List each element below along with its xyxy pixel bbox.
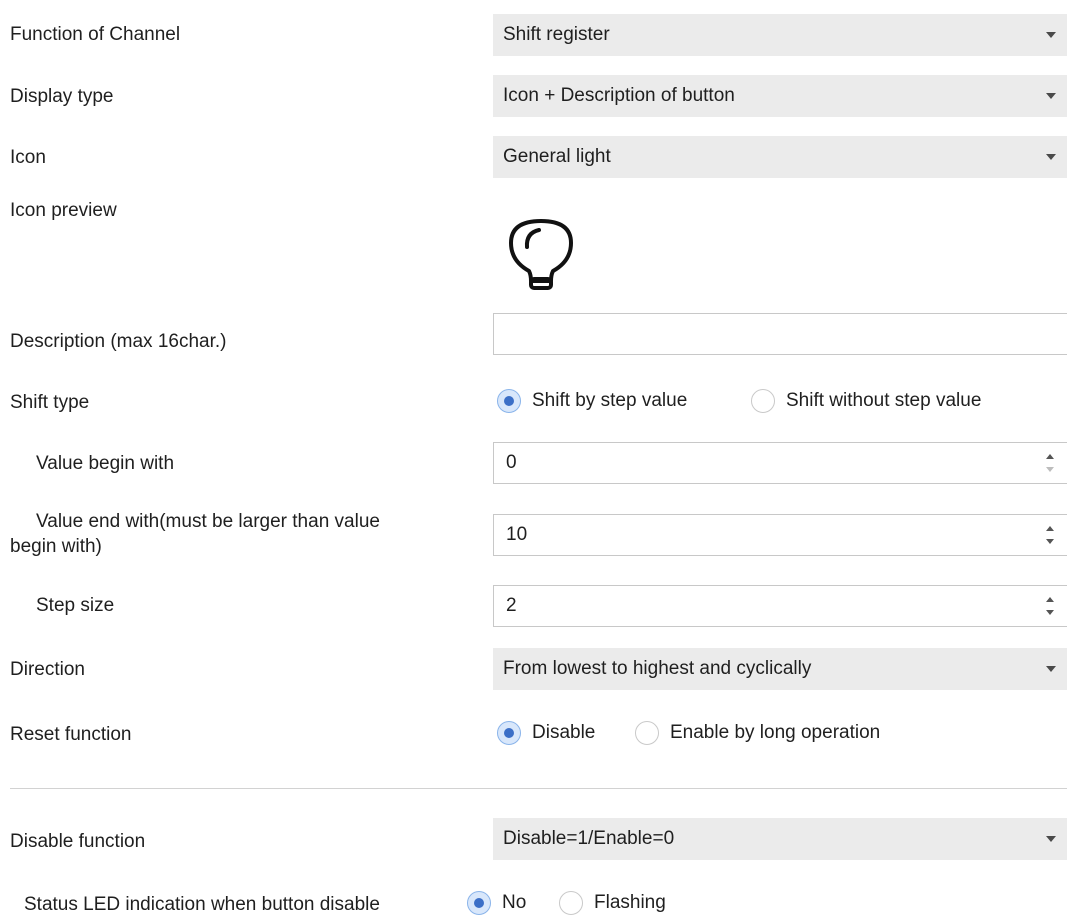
spin-down-icon[interactable] [1046, 467, 1054, 472]
radio-unchecked-icon [635, 721, 659, 745]
value-end-label-line2: begin with) [10, 536, 102, 557]
function-of-channel-value: Shift register [503, 24, 610, 45]
shift-without-step-value-label: Shift without step value [786, 390, 982, 411]
description-label: Description (max 16char.) [10, 331, 227, 352]
reset-disable-label: Disable [532, 722, 596, 743]
chevron-down-icon [1046, 836, 1056, 842]
reset-enable-long-operation-label: Enable by long operation [670, 722, 881, 743]
spin-up-icon[interactable] [1046, 454, 1054, 459]
chevron-down-icon [1046, 154, 1056, 160]
chevron-down-icon [1046, 32, 1056, 38]
reset-function-label: Reset function [10, 724, 132, 745]
display-type-dropdown[interactable]: Icon + Description of button [493, 75, 1067, 117]
value-begin-spinbox[interactable]: 0 [493, 442, 1067, 484]
icon-value: General light [503, 146, 611, 167]
direction-label: Direction [10, 659, 85, 680]
direction-value: From lowest to highest and cyclically [503, 658, 812, 679]
step-size-value: 2 [506, 595, 517, 616]
radio-unchecked-icon [559, 891, 583, 915]
value-end-label: Value end with(must be larger than value… [10, 509, 490, 559]
section-divider [10, 788, 1067, 789]
disable-function-label: Disable function [10, 831, 146, 852]
shift-type-label: Shift type [10, 392, 90, 413]
display-type-label: Display type [10, 86, 114, 107]
step-size-spinbox[interactable]: 2 [493, 585, 1067, 627]
value-end-label-line1: Value end with(must be larger than value [36, 511, 380, 532]
lightbulb-icon [509, 219, 573, 290]
function-of-channel-dropdown[interactable]: Shift register [493, 14, 1067, 56]
display-type-value: Icon + Description of button [503, 85, 735, 106]
shift-by-step-value-label: Shift by step value [532, 390, 688, 411]
status-led-no-label: No [502, 892, 527, 913]
icon-label: Icon [10, 147, 46, 168]
spin-up-icon[interactable] [1046, 597, 1054, 602]
description-input[interactable] [493, 313, 1067, 355]
direction-dropdown[interactable]: From lowest to highest and cyclically [493, 648, 1067, 690]
status-led-label: Status LED indication when button disabl… [24, 894, 380, 915]
radio-checked-icon [467, 891, 491, 915]
disable-function-dropdown[interactable]: Disable=1/Enable=0 [493, 818, 1067, 860]
radio-checked-icon [497, 721, 521, 745]
spin-down-icon[interactable] [1046, 539, 1054, 544]
value-end-value: 10 [506, 524, 528, 545]
status-led-flashing-label: Flashing [594, 892, 666, 913]
spin-up-icon[interactable] [1046, 526, 1054, 531]
icon-dropdown[interactable]: General light [493, 136, 1067, 178]
disable-function-value: Disable=1/Enable=0 [503, 828, 675, 849]
function-of-channel-label: Function of Channel [10, 24, 181, 45]
value-end-spinbox[interactable]: 10 [493, 514, 1067, 556]
chevron-down-icon [1046, 93, 1056, 99]
step-size-label: Step size [36, 595, 115, 616]
radio-unchecked-icon [751, 389, 775, 413]
radio-checked-icon [497, 389, 521, 413]
chevron-down-icon [1046, 666, 1056, 672]
spin-down-icon[interactable] [1046, 610, 1054, 615]
icon-preview-label: Icon preview [10, 200, 117, 221]
value-begin-value: 0 [506, 452, 517, 473]
value-begin-label: Value begin with [36, 453, 175, 474]
